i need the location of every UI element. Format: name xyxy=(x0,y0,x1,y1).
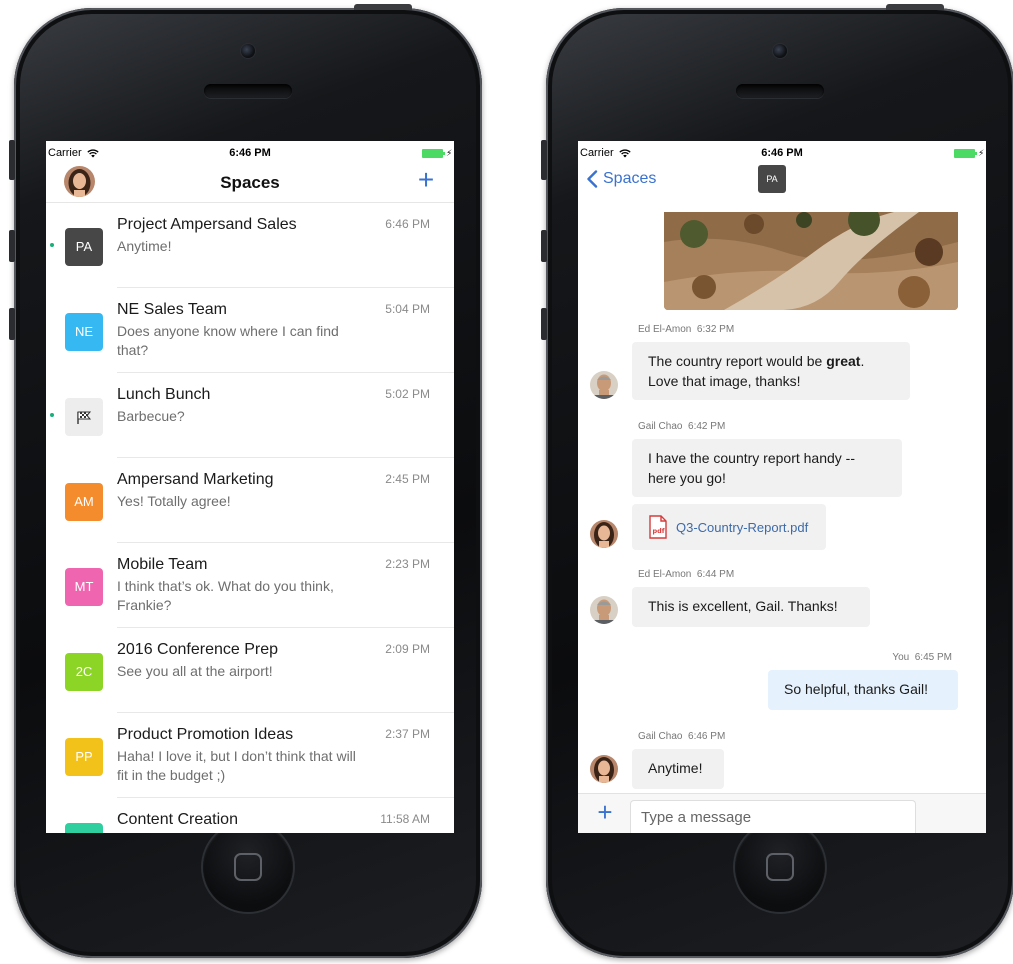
message-bubble[interactable]: The country report would be great. Love … xyxy=(632,342,910,400)
space-badge: PA xyxy=(65,228,103,266)
mute-switch xyxy=(9,140,15,180)
volume-down-button xyxy=(541,308,547,340)
space-list-item[interactable]: PP Product Promotion Ideas Haha! I love it… xyxy=(46,713,454,798)
space-list-item[interactable]: NE NE Sales Team Does anyone know where I … xyxy=(46,288,454,373)
avatar[interactable] xyxy=(590,755,618,783)
svg-text:pdf: pdf xyxy=(653,527,665,535)
avatar[interactable] xyxy=(590,520,618,548)
space-time: 5:02 PM xyxy=(385,387,430,401)
page-title: Spaces xyxy=(220,173,280,192)
space-preview: Yes! Totally agree! xyxy=(117,493,231,509)
space-badge: NE xyxy=(65,313,103,351)
battery-icon: ⚡ xyxy=(954,148,984,158)
space-name: Ampersand Marketing xyxy=(117,471,274,488)
space-name: Lunch Bunch xyxy=(117,386,211,403)
volume-down-button xyxy=(9,308,15,340)
status-time: 6:46 PM xyxy=(761,147,803,159)
message-input[interactable] xyxy=(630,800,916,833)
space-name: Product Promotion Ideas xyxy=(117,726,294,743)
my-message-bubble[interactable]: So helpful, thanks Gail! xyxy=(768,670,958,710)
space-list-item[interactable]: PA Project Ampersand Sales Anytime! 6:46 PM xyxy=(46,203,454,288)
space-name: NE Sales Team xyxy=(117,301,227,318)
space-time: 2:23 PM xyxy=(385,557,430,571)
shared-photo[interactable] xyxy=(664,212,958,310)
message-meta: Gail Chao 6:46 PM xyxy=(638,731,726,742)
message-meta: Ed El-Amon 6:44 PM xyxy=(638,569,735,580)
space-time: 2:45 PM xyxy=(385,472,430,486)
chat-screen: Carrier 6:46 PM ⚡ Spaces PA Ed El-Amon 6… xyxy=(578,141,986,833)
front-camera xyxy=(773,44,787,58)
power-button xyxy=(354,4,412,10)
message-bubble[interactable]: This is excellent, Gail. Thanks! xyxy=(632,587,870,627)
space-preview: See you all at the airport! xyxy=(117,663,273,679)
message-bubble[interactable]: Anytime! xyxy=(632,749,724,789)
home-button xyxy=(203,822,293,912)
space-preview: Anytime! xyxy=(117,238,172,254)
volume-up-button xyxy=(9,230,15,262)
home-button xyxy=(735,822,825,912)
space-time: 11:58 AM xyxy=(380,812,430,826)
spaces-screen: Carrier 6:46 PM ⚡ Spaces + PA Project Amp… xyxy=(46,141,454,833)
chat-navbar: Spaces PA xyxy=(578,163,986,199)
space-preview: Barbecue? xyxy=(117,408,185,424)
space-badge: 2C xyxy=(65,653,103,691)
message-meta: Ed El-Amon 6:32 PM xyxy=(638,324,735,335)
space-name: Mobile Team xyxy=(117,556,208,573)
space-list-item[interactable]: MT Mobile Team I think that’s ok. What do … xyxy=(46,543,454,628)
space-badge[interactable]: PA xyxy=(758,165,786,193)
space-badge: MT xyxy=(65,568,103,606)
avatar[interactable] xyxy=(590,596,618,624)
back-button[interactable]: Spaces xyxy=(586,170,656,188)
space-list-item[interactable]: AM Ampersand Marketing Yes! Totally agree!… xyxy=(46,458,454,543)
add-space-button[interactable]: + xyxy=(412,165,440,195)
space-badge: AM xyxy=(65,483,103,521)
space-badge xyxy=(65,823,103,833)
space-name: Content Creation xyxy=(117,811,238,828)
space-list-item[interactable]: Content Creation 11:58 AM xyxy=(46,798,454,833)
space-time: 2:09 PM xyxy=(385,642,430,656)
unread-indicator xyxy=(50,413,54,417)
chevron-left-icon xyxy=(587,170,598,188)
power-button xyxy=(886,4,944,10)
message-list[interactable]: Ed El-Amon 6:32 PM The country report wo… xyxy=(578,199,986,793)
message-meta: Gail Chao 6:42 PM xyxy=(638,421,726,432)
avatar[interactable] xyxy=(590,371,618,399)
volume-up-button xyxy=(541,230,547,262)
unread-indicator xyxy=(50,243,54,247)
space-time: 6:46 PM xyxy=(385,217,430,231)
space-list: PA Project Ampersand Sales Anytime! 6:46 PM… xyxy=(46,203,454,833)
file-name: Q3-Country-Report.pdf xyxy=(676,519,809,535)
space-preview: I think that’s ok. What do you think, Fr… xyxy=(117,578,334,613)
phone-spaces: Carrier 6:46 PM ⚡ Spaces + PA Project Amp… xyxy=(9,4,482,958)
file-attachment[interactable]: pdf Q3-Country-Report.pdf xyxy=(632,504,826,550)
message-composer: + xyxy=(578,793,986,833)
status-bar: Carrier 6:46 PM ⚡ xyxy=(578,141,986,163)
space-badge xyxy=(65,398,103,436)
space-preview: Does anyone know where I can find that? xyxy=(117,323,339,358)
front-camera xyxy=(241,44,255,58)
earpiece-speaker xyxy=(736,84,824,98)
pdf-icon: pdf xyxy=(649,515,667,539)
message-meta: You 6:45 PM xyxy=(892,652,952,663)
add-attachment-button[interactable]: + xyxy=(592,797,618,827)
space-badge: PP xyxy=(65,738,103,776)
mute-switch xyxy=(541,140,547,180)
message-bubble[interactable]: I have the country report handy -- here … xyxy=(632,439,902,497)
battery-icon: ⚡ xyxy=(422,148,452,158)
phone-chat: Carrier 6:46 PM ⚡ Spaces PA Ed El-Amon 6… xyxy=(541,4,1013,958)
space-preview: Haha! I love it, but I don’t think that … xyxy=(117,748,356,783)
back-label: Spaces xyxy=(603,170,657,187)
earpiece-speaker xyxy=(204,84,292,98)
space-name: 2016 Conference Prep xyxy=(117,641,278,658)
space-list-item[interactable]: 2C 2016 Conference Prep See you all at the… xyxy=(46,628,454,713)
space-time: 2:37 PM xyxy=(385,727,430,741)
space-time: 5:04 PM xyxy=(385,302,430,316)
status-time: 6:46 PM xyxy=(229,147,271,159)
spaces-navbar: Spaces + xyxy=(46,163,454,203)
space-list-item[interactable]: Lunch Bunch Barbecue? 5:02 PM xyxy=(46,373,454,458)
status-bar: Carrier 6:46 PM ⚡ xyxy=(46,141,454,163)
space-name: Project Ampersand Sales xyxy=(117,216,297,233)
flag-icon xyxy=(77,411,92,424)
